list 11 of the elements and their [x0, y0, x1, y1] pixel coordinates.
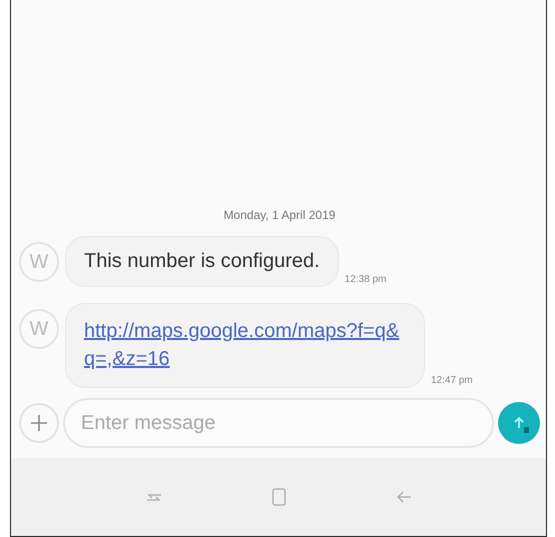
send-button[interactable] [498, 402, 540, 444]
avatar[interactable]: W [19, 242, 59, 282]
date-header: Monday, 1 April 2019 [222, 208, 336, 222]
message-text: This number is configured. [84, 250, 320, 272]
plus-icon [30, 414, 48, 432]
message-input[interactable]: Enter message [63, 398, 494, 448]
timestamp: 12:47 pm [431, 375, 473, 386]
avatar[interactable]: W [19, 309, 59, 349]
add-button[interactable] [19, 403, 59, 443]
link[interactable]: http://maps.google.com/maps?f=q&q=,&z=16 [84, 317, 406, 373]
timestamp: 12:38 pm [344, 274, 386, 285]
